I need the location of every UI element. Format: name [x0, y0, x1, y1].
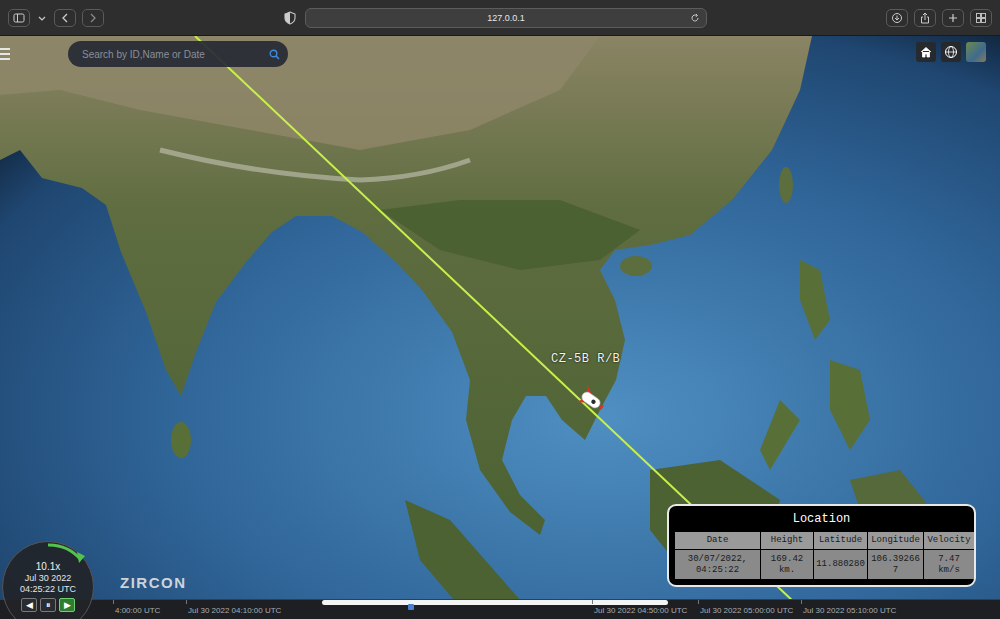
orbit-track	[195, 36, 812, 619]
satellite-label[interactable]: CZ-5B R/B	[551, 352, 620, 366]
browser-toolbar: 127.0.0.1	[0, 0, 1000, 36]
table-cell: 7.47 km/s	[924, 550, 974, 579]
globe-map[interactable]: 4:00:00 UTC Jul 30 2022 04:10:00 UTC Jul 3…	[0, 36, 1000, 619]
tick-mark	[186, 600, 187, 604]
new-tab-icon[interactable]	[942, 9, 964, 27]
playback-button[interactable]: ◀	[21, 598, 37, 612]
rocket-body-icon[interactable]	[576, 385, 608, 416]
address-bar[interactable]: 127.0.0.1	[305, 8, 707, 28]
location-table: DateHeightLatitudeLongitudeVelocity30/07…	[675, 532, 968, 579]
time-marker[interactable]	[408, 604, 414, 610]
tick-mark	[801, 600, 802, 604]
table-cell: 169.42 km.	[761, 550, 813, 579]
privacy-shield-icon[interactable]	[283, 11, 297, 25]
search-bar[interactable]	[68, 41, 288, 67]
search-input[interactable]	[80, 48, 269, 61]
column-header: Longitude	[868, 532, 923, 549]
search-icon[interactable]	[269, 49, 280, 60]
forward-icon[interactable]	[82, 9, 104, 27]
menu-icon[interactable]	[0, 48, 10, 60]
location-panel: Location DateHeightLatitudeLongitudeVeloc…	[667, 504, 976, 587]
home-icon[interactable]	[916, 42, 936, 62]
tick-mark	[592, 600, 593, 604]
globe-icon[interactable]	[941, 42, 961, 62]
chevron-down-icon[interactable]	[36, 9, 48, 27]
reload-icon[interactable]	[690, 13, 700, 23]
clock-date: Jul 30 2022	[25, 573, 72, 584]
panel-title: Location	[675, 509, 968, 529]
playback-controls: ◀⏸▶	[21, 598, 75, 612]
column-header: Date	[675, 532, 760, 549]
address-text: 127.0.0.1	[487, 13, 525, 23]
playback-button[interactable]: ▶	[59, 598, 75, 612]
timeline-tick[interactable]: Jul 30 2022 05:10:00 UTC	[803, 606, 896, 615]
timeline-tick[interactable]: Jul 30 2022 04:50:00 UTC	[594, 606, 687, 615]
timeline-tick[interactable]: Jul 30 2022 04:10:00 UTC	[188, 606, 281, 615]
timeline[interactable]: 4:00:00 UTC Jul 30 2022 04:10:00 UTC Jul 3…	[0, 599, 1000, 619]
table-cell: 11.880280	[814, 550, 867, 579]
tick-mark	[113, 600, 114, 604]
sidebar-icon[interactable]	[8, 9, 30, 27]
table-cell: 106.392667	[868, 550, 923, 579]
download-icon[interactable]	[886, 9, 908, 27]
playback-button[interactable]: ⏸	[40, 598, 56, 612]
column-header: Velocity	[924, 532, 974, 549]
scroll-indicator[interactable]	[322, 600, 668, 605]
zircon-logo: ZIRCON	[120, 574, 187, 591]
back-icon[interactable]	[54, 9, 76, 27]
timeline-tick[interactable]: Jul 30 2022 05:00:00 UTC	[700, 606, 793, 615]
animation-clock: 10.1xJul 30 202204:25:22 UTC ◀⏸▶	[2, 541, 94, 619]
timeline-tick[interactable]: 4:00:00 UTC	[115, 606, 160, 615]
column-header: Height	[761, 532, 813, 549]
tick-mark	[698, 600, 699, 604]
tab-overview-icon[interactable]	[970, 9, 992, 27]
clock-time: 04:25:22 UTC	[20, 584, 76, 595]
speed-multiplier: 10.1x	[36, 561, 60, 573]
share-icon[interactable]	[914, 9, 936, 27]
table-cell: 30/07/2022, 04:25:22	[675, 550, 760, 579]
base-layer-picker[interactable]	[966, 42, 986, 62]
column-header: Latitude	[814, 532, 867, 549]
